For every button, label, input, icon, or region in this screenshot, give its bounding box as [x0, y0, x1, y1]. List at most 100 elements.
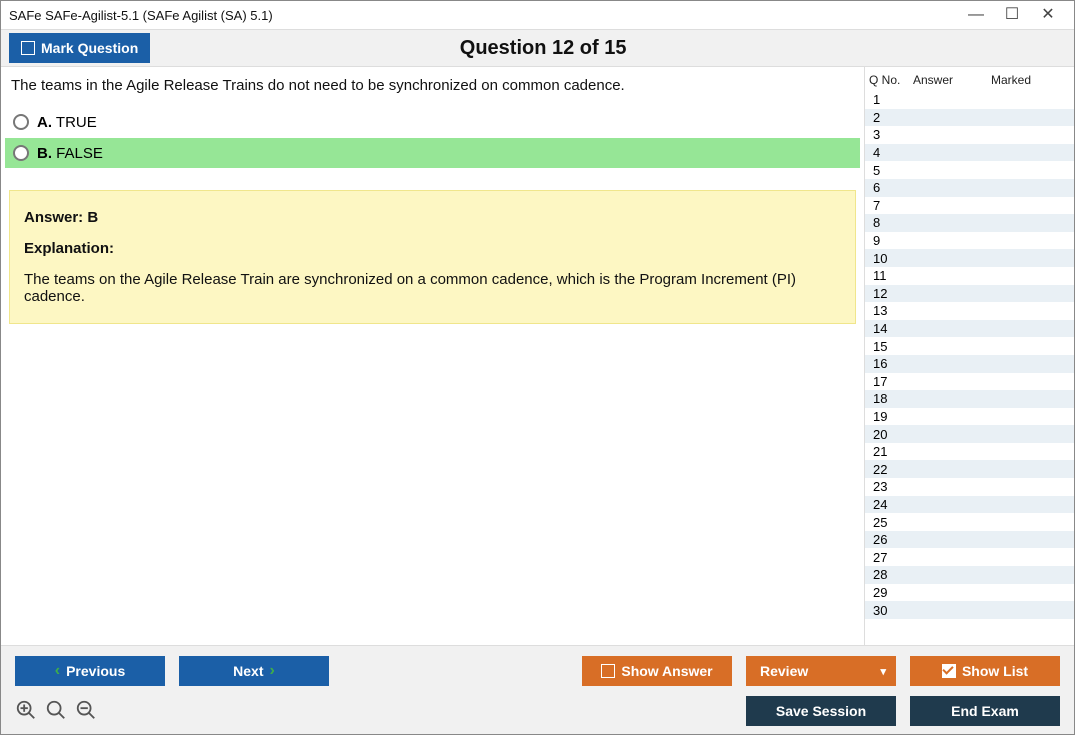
show-answer-button[interactable]: Show Answer	[582, 656, 732, 686]
question-number: 24	[873, 497, 887, 512]
header-answer: Answer	[913, 73, 991, 87]
question-list-row[interactable]: 10	[865, 249, 1074, 267]
question-number: 29	[873, 585, 887, 600]
question-list-row[interactable]: 18	[865, 390, 1074, 408]
question-list-row[interactable]: 22	[865, 460, 1074, 478]
question-pane: The teams in the Agile Release Trains do…	[1, 67, 864, 645]
question-number: 3	[873, 127, 880, 142]
question-list-panel: Q No. Answer Marked 12345678910111213141…	[864, 67, 1074, 645]
question-list-row[interactable]: 1	[865, 91, 1074, 109]
question-list-row[interactable]: 16	[865, 355, 1074, 373]
question-list-row[interactable]: 15	[865, 337, 1074, 355]
question-number: 14	[873, 321, 887, 336]
footer: ‹ Previous Next › Show Answer Review ▾ S…	[1, 645, 1074, 734]
header-qno: Q No.	[869, 73, 913, 87]
zoom-in-icon[interactable]	[15, 699, 37, 724]
show-list-label: Show List	[962, 663, 1028, 679]
question-list-row[interactable]: 3	[865, 126, 1074, 144]
radio-icon	[13, 114, 29, 130]
question-list-row[interactable]: 12	[865, 285, 1074, 303]
question-number: 26	[873, 532, 887, 547]
question-text: The teams in the Agile Release Trains do…	[1, 77, 864, 106]
question-list-row[interactable]: 25	[865, 513, 1074, 531]
question-number: 17	[873, 374, 887, 389]
question-list-row[interactable]: 8	[865, 214, 1074, 232]
question-number: 8	[873, 215, 880, 230]
zoom-reset-icon[interactable]	[45, 699, 67, 724]
zoom-out-icon[interactable]	[75, 699, 97, 724]
show-answer-label: Show Answer	[621, 663, 712, 679]
question-number: 23	[873, 479, 887, 494]
question-list-row[interactable]: 4	[865, 144, 1074, 162]
window-minimize-button[interactable]: —	[958, 1, 994, 29]
question-list-row[interactable]: 7	[865, 197, 1074, 215]
window-title: SAFe SAFe-Agilist-5.1 (SAFe Agilist (SA)…	[9, 8, 958, 23]
show-list-checkbox-icon	[942, 664, 956, 678]
chevron-right-icon: ›	[270, 662, 275, 680]
question-list-row[interactable]: 20	[865, 425, 1074, 443]
mark-question-button[interactable]: Mark Question	[9, 33, 150, 63]
next-label: Next	[233, 663, 263, 679]
next-button[interactable]: Next ›	[179, 656, 329, 686]
question-list-row[interactable]: 6	[865, 179, 1074, 197]
answer-option[interactable]: B. FALSE	[5, 138, 860, 168]
radio-icon	[13, 145, 29, 161]
save-session-button[interactable]: Save Session	[746, 696, 896, 726]
question-list-row[interactable]: 24	[865, 496, 1074, 514]
window-titlebar: SAFe SAFe-Agilist-5.1 (SAFe Agilist (SA)…	[1, 1, 1074, 29]
question-list-row[interactable]: 2	[865, 109, 1074, 127]
question-list-row[interactable]: 23	[865, 478, 1074, 496]
question-number: 16	[873, 356, 887, 371]
review-label: Review	[760, 663, 808, 679]
question-list[interactable]: 1234567891011121314151617181920212223242…	[865, 91, 1074, 645]
question-list-row[interactable]: 13	[865, 302, 1074, 320]
chevron-left-icon: ‹	[55, 662, 60, 680]
question-list-row[interactable]: 14	[865, 320, 1074, 338]
question-number: 11	[873, 268, 887, 283]
caret-down-icon: ▾	[880, 665, 886, 678]
question-number: 10	[873, 251, 887, 266]
question-list-header: Q No. Answer Marked	[865, 67, 1074, 91]
app-window: SAFe SAFe-Agilist-5.1 (SAFe Agilist (SA)…	[0, 0, 1075, 735]
question-list-row[interactable]: 27	[865, 548, 1074, 566]
review-dropdown[interactable]: Review ▾	[746, 656, 896, 686]
question-list-row[interactable]: 30	[865, 601, 1074, 619]
explanation-label: Explanation:	[24, 240, 841, 257]
question-list-row[interactable]: 5	[865, 161, 1074, 179]
question-number: 27	[873, 550, 887, 565]
end-exam-button[interactable]: End Exam	[910, 696, 1060, 726]
question-number: 19	[873, 409, 887, 424]
question-list-row[interactable]: 28	[865, 566, 1074, 584]
previous-label: Previous	[66, 663, 125, 679]
answer-option[interactable]: A. TRUE	[5, 107, 860, 137]
question-number: 21	[873, 444, 887, 459]
question-list-row[interactable]: 17	[865, 373, 1074, 391]
explanation-panel: Answer: B Explanation: The teams on the …	[9, 190, 856, 324]
question-list-row[interactable]: 19	[865, 408, 1074, 426]
mark-question-label: Mark Question	[41, 40, 138, 56]
save-session-label: Save Session	[776, 703, 866, 719]
window-maximize-button[interactable]: ☐	[994, 1, 1030, 29]
end-exam-label: End Exam	[951, 703, 1019, 719]
window-close-button[interactable]: ✕	[1030, 1, 1066, 29]
question-list-row[interactable]: 26	[865, 531, 1074, 549]
question-number: 25	[873, 515, 887, 530]
option-label: A. TRUE	[37, 114, 97, 131]
question-number: 15	[873, 339, 887, 354]
question-counter: Question 12 of 15	[150, 37, 936, 60]
toolbar: Mark Question Question 12 of 15	[1, 29, 1074, 67]
answer-value: B	[87, 209, 98, 226]
question-list-row[interactable]: 21	[865, 443, 1074, 461]
question-number: 9	[873, 233, 880, 248]
answer-line: Answer: B	[24, 209, 841, 226]
question-number: 5	[873, 163, 880, 178]
mark-question-checkbox-icon	[21, 41, 35, 55]
show-list-button[interactable]: Show List	[910, 656, 1060, 686]
question-number: 18	[873, 391, 887, 406]
question-number: 13	[873, 303, 887, 318]
question-list-row[interactable]: 9	[865, 232, 1074, 250]
previous-button[interactable]: ‹ Previous	[15, 656, 165, 686]
question-list-row[interactable]: 11	[865, 267, 1074, 285]
main-body: The teams in the Agile Release Trains do…	[1, 67, 1074, 645]
question-list-row[interactable]: 29	[865, 584, 1074, 602]
